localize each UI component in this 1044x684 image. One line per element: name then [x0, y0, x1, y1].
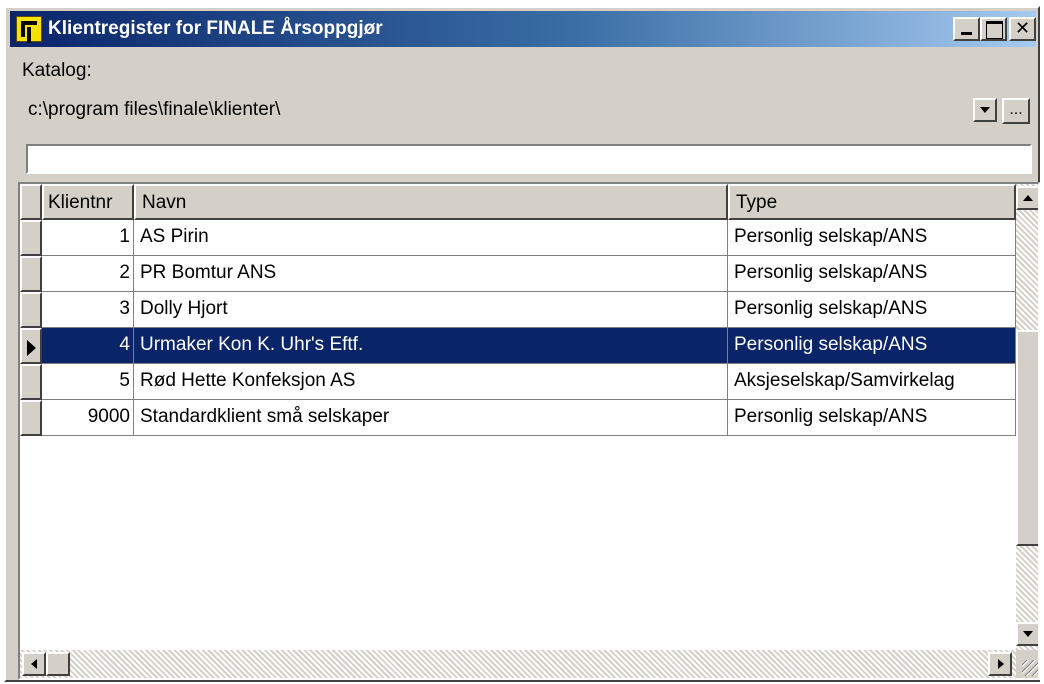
minimize-button[interactable] [953, 17, 980, 41]
cell-klientnr[interactable]: 9000 [42, 400, 134, 436]
horizontal-scrollbar[interactable] [20, 650, 1016, 678]
cell-type[interactable]: Personlig selskap/ANS [728, 328, 1016, 364]
browse-button[interactable]: ... [1002, 98, 1030, 124]
cell-navn[interactable]: Standardklient små selskaper [134, 400, 728, 436]
row-indicator[interactable] [20, 256, 42, 292]
title-bar[interactable]: Klientregister for FINALE Årsoppgjør ✕ [10, 11, 1036, 47]
table-row[interactable]: 2 PR Bomtur ANS Personlig selskap/ANS [20, 256, 1016, 292]
cell-navn[interactable]: AS Pirin [134, 220, 728, 256]
table-row[interactable]: 9000 Standardklient små selskaper Person… [20, 400, 1016, 436]
cell-type[interactable]: Personlig selskap/ANS [728, 256, 1016, 292]
column-header-type[interactable]: Type [728, 184, 1016, 220]
cell-klientnr[interactable]: 2 [42, 256, 134, 292]
row-indicator[interactable] [20, 364, 42, 400]
column-header-klientnr[interactable]: Klientnr [42, 184, 134, 220]
cell-klientnr[interactable]: 3 [42, 292, 134, 328]
dropdown-arrow-icon[interactable] [973, 98, 997, 122]
row-indicator[interactable] [20, 400, 42, 436]
katalog-value: c:\program files\finale\klienter\ [28, 99, 281, 120]
horizontal-scroll-thumb[interactable] [46, 652, 70, 676]
cell-type[interactable]: Personlig selskap/ANS [728, 220, 1016, 256]
scroll-right-icon[interactable] [988, 652, 1012, 676]
cell-klientnr[interactable]: 1 [42, 220, 134, 256]
table-row[interactable]: 3 Dolly Hjort Personlig selskap/ANS [20, 292, 1016, 328]
client-grid: Klientnr Navn Type 1 AS Pirin Personlig … [18, 182, 1040, 680]
scroll-down-icon[interactable] [1016, 622, 1038, 646]
maximize-button[interactable] [980, 17, 1007, 41]
katalog-combobox[interactable]: c:\program files\finale\klienter\ [18, 92, 997, 128]
size-grip-icon[interactable] [1016, 650, 1038, 678]
scroll-left-icon[interactable] [22, 652, 46, 676]
column-header-navn[interactable]: Navn [134, 184, 728, 220]
cell-navn[interactable]: PR Bomtur ANS [134, 256, 728, 292]
row-indicator[interactable] [20, 328, 42, 364]
cell-navn[interactable]: Rød Hette Konfeksjon AS [134, 364, 728, 400]
cell-type[interactable]: Aksjeselskap/Samvirkelag [728, 364, 1016, 400]
header-indicator [20, 184, 42, 220]
cell-type[interactable]: Personlig selskap/ANS [728, 292, 1016, 328]
cell-navn[interactable]: Dolly Hjort [134, 292, 728, 328]
scroll-up-icon[interactable] [1016, 186, 1038, 210]
close-icon: ✕ [1014, 18, 1031, 39]
window-title: Klientregister for FINALE Årsoppgjør [48, 18, 383, 39]
cell-klientnr[interactable]: 4 [42, 328, 134, 364]
cell-klientnr[interactable]: 5 [42, 364, 134, 400]
vertical-scroll-thumb[interactable] [1016, 330, 1038, 546]
row-indicator[interactable] [20, 220, 42, 256]
table-row-selected[interactable]: 4 Urmaker Kon K. Uhr's Eftf. Personlig s… [20, 328, 1016, 364]
table-row[interactable]: 5 Rød Hette Konfeksjon AS Aksjeselskap/S… [20, 364, 1016, 400]
row-indicator[interactable] [20, 292, 42, 328]
grid-header: Klientnr Navn Type [20, 184, 1016, 220]
search-input[interactable] [26, 144, 1032, 174]
cell-type[interactable]: Personlig selskap/ANS [728, 400, 1016, 436]
close-button[interactable]: ✕ [1009, 17, 1036, 41]
current-row-arrow-icon [27, 340, 36, 356]
finale-app-icon[interactable] [16, 16, 42, 42]
katalog-label: Katalog: [22, 60, 92, 81]
table-row[interactable]: 1 AS Pirin Personlig selskap/ANS [20, 220, 1016, 256]
vertical-scrollbar[interactable] [1016, 184, 1038, 650]
cell-navn[interactable]: Urmaker Kon K. Uhr's Eftf. [134, 328, 728, 364]
